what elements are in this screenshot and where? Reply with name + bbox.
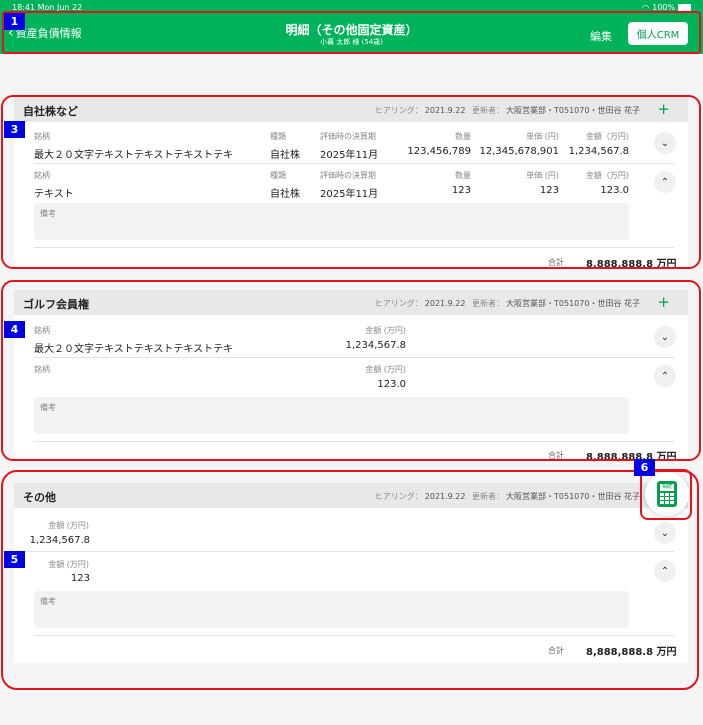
annotation-box-section-2 [1,280,701,461]
annotation-badge: 5 [4,551,25,568]
annotation-badge: 3 [4,121,25,138]
annotation-badge: 1 [4,13,25,30]
annotation-box-header [2,11,701,54]
annotation-box-calculator [640,469,692,520]
annotation-badge: 4 [4,321,25,338]
annotation-badge: 6 [634,459,655,476]
annotation-box-section-1 [1,95,701,269]
battery-icon [678,4,691,11]
annotation-box-section-3 [1,470,699,690]
